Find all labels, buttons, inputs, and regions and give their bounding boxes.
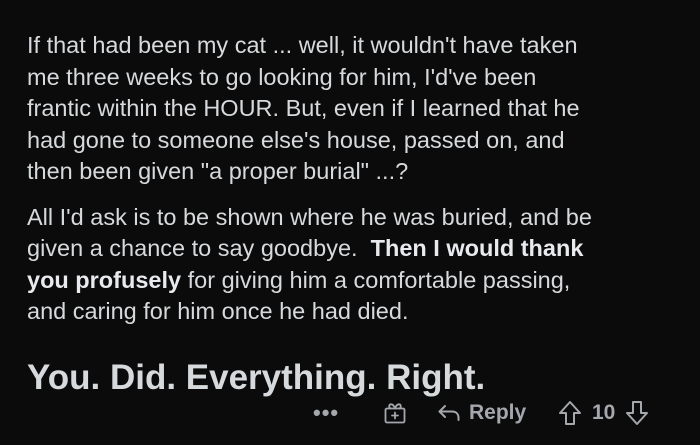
- comment-line: me three weeks to go looking for him, I'…: [27, 63, 537, 90]
- vote-controls: 10: [558, 395, 649, 431]
- comment-action-bar: ••• Reply 10: [0, 395, 700, 431]
- downvote-arrow-icon[interactable]: [625, 400, 649, 426]
- comment-line: and caring for him once he had died.: [27, 298, 409, 324]
- comment-bold-text: Then I would thank: [370, 235, 584, 261]
- comment-line: had gone to someone else's house, passed…: [27, 126, 565, 153]
- reply-button[interactable]: Reply: [437, 395, 526, 431]
- more-options-button[interactable]: •••: [313, 395, 339, 431]
- award-button[interactable]: [383, 401, 407, 425]
- comment-line: frantic within the HOUR. But, even if I …: [27, 95, 580, 121]
- award-gift-icon: [384, 403, 406, 424]
- comment-line: If that had been my cat ... well, it wou…: [27, 32, 578, 58]
- upvote-arrow-icon[interactable]: [558, 400, 582, 426]
- comment-line: All I'd ask is to be shown where he was …: [27, 203, 592, 230]
- comment-text: for giving him a comfortable passing,: [181, 266, 571, 293]
- comment: If that had been my cat ... well, it wou…: [0, 0, 700, 445]
- reply-label: Reply: [469, 401, 527, 424]
- comment-paragraph-2: All I'd ask is to be shown where he was …: [27, 202, 674, 328]
- comment-text: given a chance to say goodbye.: [27, 235, 371, 261]
- comment-bold-text: you profusely: [27, 266, 182, 293]
- comment-paragraph-1: If that had been my cat ... well, it wou…: [27, 30, 674, 188]
- vote-count: 10: [592, 401, 616, 424]
- comment-headline: You. Did. Everything. Right.: [27, 357, 486, 397]
- comment-line: then been given "a proper burial" ...?: [27, 158, 409, 184]
- reply-arrow-icon: [438, 405, 460, 421]
